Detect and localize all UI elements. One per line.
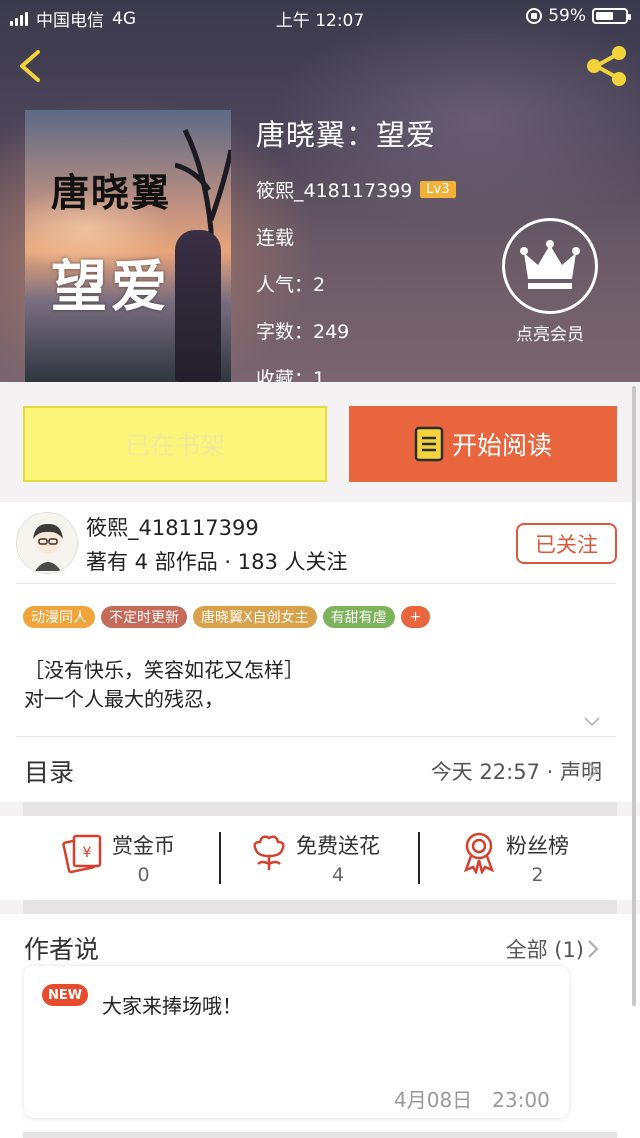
reward-coins-stat[interactable]: ¥ 赏金币 0 (62, 830, 175, 886)
add-tag-button[interactable]: + (400, 606, 431, 628)
message-time: 4月08日 23:00 (394, 1088, 550, 1112)
tag-list: 动漫同人 不定时更新 唐晓翼X自创女主 有甜有虐 + (23, 606, 431, 628)
on-shelf-button[interactable]: 已在书架 (23, 406, 327, 482)
stat-label: 免费送花 (296, 834, 380, 858)
flower-icon (253, 835, 285, 870)
rotation-lock-icon (526, 8, 543, 24)
medal-icon (463, 832, 495, 874)
author-says-title: 作者说 (24, 935, 100, 964)
start-reading-label: 开始阅读 (451, 431, 552, 460)
vip-button[interactable]: 点亮会员 (502, 218, 598, 345)
divider (16, 583, 616, 584)
divider (219, 832, 221, 884)
stat-label: 赏金币 (112, 834, 175, 858)
stat-value: 4 (331, 864, 345, 886)
author-name[interactable]: 筱熙_418117399 (86, 512, 259, 542)
book-info: 唐晓翼：望爱 筱熙_418117399 Lv3 连载 人气：2 字数：249 收… (256, 112, 456, 382)
book-title: 唐晓翼：望爱 (256, 118, 437, 152)
fan-ranking-stat[interactable]: 粉丝榜 2 (460, 830, 569, 886)
toc-latest-update[interactable]: 今天 22:57 · 声明 (431, 756, 602, 786)
favorites-count: 收藏：1 (256, 368, 326, 382)
popularity: 人气：2 (256, 274, 326, 296)
scrollbar[interactable] (632, 386, 636, 1006)
book-description: ［没有快乐，笑容如花又怎样］ 对一个人最大的残忍， (24, 658, 304, 711)
send-flower-stat[interactable]: 免费送花 4 (250, 830, 380, 886)
stat-label: 粉丝榜 (506, 834, 569, 858)
tag-item[interactable]: 唐晓翼X自创女主 (193, 606, 317, 628)
expand-chevron-icon[interactable] (582, 712, 602, 732)
share-button[interactable] (582, 44, 630, 88)
tag-item[interactable]: 动漫同人 (23, 606, 95, 628)
author-says-all[interactable]: 全部 (1) (506, 934, 584, 964)
stat-value: 0 (137, 864, 150, 886)
new-badge: NEW (42, 984, 89, 1006)
avatar-image (33, 523, 63, 571)
crown-icon (520, 240, 580, 289)
toc-title[interactable]: 目录 (24, 753, 74, 789)
avatar[interactable] (16, 512, 78, 574)
share-icon (587, 46, 626, 86)
section-separator (23, 900, 617, 914)
money-envelope-icon: ¥ (62, 834, 102, 874)
chevron-right-icon[interactable] (586, 760, 600, 782)
tag-item[interactable]: 有甜有虐 (322, 606, 395, 628)
serial-status: 连载 (256, 227, 295, 249)
section-separator (23, 1132, 617, 1138)
vip-label: 点亮会员 (516, 325, 584, 345)
cover-title-bottom: 望爱 (51, 254, 171, 320)
author-stats: 著有 4 部作品 · 183 人关注 (86, 550, 348, 574)
cover-title-top: 唐晓翼 (51, 170, 172, 215)
followed-button[interactable]: 已关注 (516, 523, 617, 564)
word-count: 字数：249 (256, 321, 350, 343)
chevron-right-icon[interactable] (586, 938, 600, 960)
back-button[interactable] (12, 44, 52, 88)
author-message: 大家来捧场哦！ (102, 994, 242, 1018)
tag-item[interactable]: 不定时更新 (101, 606, 187, 628)
divider (418, 832, 420, 884)
divider (16, 736, 616, 737)
chevron-left-icon (20, 50, 40, 82)
book-author[interactable]: 筱熙_418117399 (256, 176, 412, 203)
book-header: 中国电信 4G 上午 12:07 59% 唐晓翼 望爱 唐晓翼：望爱 筱熙_41… (0, 0, 640, 382)
status-bar: 中国电信 4G 上午 12:07 59% (0, 0, 640, 34)
battery-icon (592, 8, 631, 24)
battery-percent: 59% (548, 6, 586, 26)
section-separator (23, 802, 617, 816)
level-badge: Lv3 (420, 181, 456, 198)
svg-text:¥: ¥ (83, 845, 92, 861)
start-reading-button[interactable]: 开始阅读 (349, 406, 617, 482)
cover-figure (175, 230, 221, 382)
stat-value: 2 (531, 864, 544, 886)
book-icon (414, 426, 444, 462)
book-cover[interactable]: 唐晓翼 望爱 (25, 110, 231, 382)
